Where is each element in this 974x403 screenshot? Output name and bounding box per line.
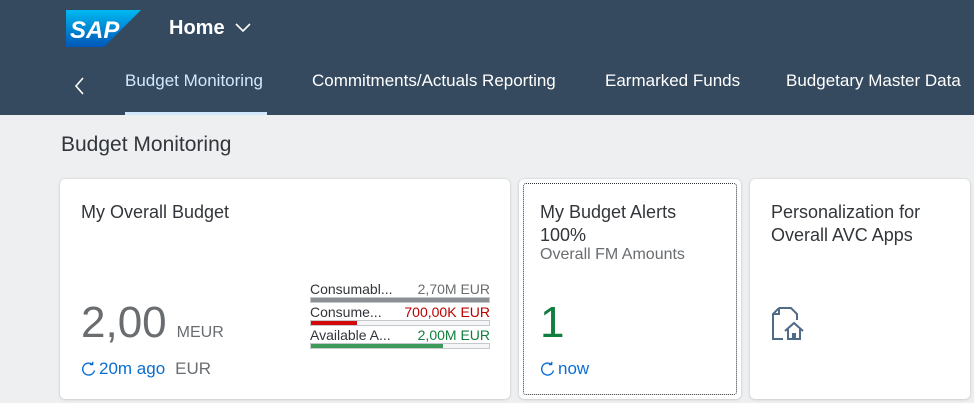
section-title: Budget Monitoring (61, 133, 232, 156)
chart-row-available: Available A... 2,00M EUR (310, 325, 490, 349)
chart-bar-track (310, 343, 490, 349)
tile-title: My Overall Budget (81, 202, 230, 222)
tab-commitments-actuals-reporting[interactable]: Commitments/Actuals Reporting (312, 71, 556, 97)
tile-subtitle: Overall FM Amounts (540, 246, 685, 263)
comparison-micro-chart: Consumabl... 2,70M EUR Consume... 700,00… (310, 279, 490, 349)
chevron-down-icon (235, 23, 251, 33)
tile-title-line1: My Budget Alerts (540, 202, 677, 222)
footer-unit: EUR (175, 359, 212, 378)
svg-text:SAP: SAP (70, 17, 120, 44)
alert-count: 1 (540, 298, 565, 347)
tab-budget-monitoring[interactable]: Budget Monitoring (125, 71, 263, 97)
tile-personalization-avc[interactable]: Personalization for Overall AVC Apps (750, 179, 970, 399)
tile-title: My Budget Alerts 100% (540, 201, 676, 247)
tile-footer: 20m ago EUR (81, 359, 211, 379)
tile-title-line2: Overall AVC Apps (771, 225, 913, 245)
kpi-unit: MEUR (176, 324, 224, 341)
refresh-time: 20m ago (99, 359, 166, 378)
tile-title-line2: 100% (540, 225, 587, 245)
document-home-icon (772, 307, 804, 340)
tile-my-budget-alerts[interactable]: My Budget Alerts 100% Overall FM Amounts… (519, 179, 741, 399)
tile-title: Personalization for Overall AVC Apps (771, 201, 920, 247)
chart-row-value: 2,00M EUR (417, 327, 490, 343)
chart-row-label: Consume... (310, 304, 382, 320)
chart-row-consumable: Consumabl... 2,70M EUR (310, 279, 490, 303)
refresh-icon (82, 361, 96, 376)
shell-header: SAP Home Budget Monitoring Commitments/A… (0, 0, 974, 115)
chevron-left-icon[interactable] (70, 74, 90, 98)
tile-my-overall-budget[interactable]: My Overall Budget 2,00 MEUR Consumabl...… (60, 179, 510, 399)
tile-footer: now (540, 359, 589, 379)
chart-row-label: Consumabl... (310, 281, 393, 297)
tab-budgetary-master-data[interactable]: Budgetary Master Data (786, 71, 961, 97)
chart-row-value: 2,70M EUR (417, 281, 490, 297)
tile-title-line1: Personalization for (771, 202, 921, 222)
chart-row-value: 700,00K EUR (404, 304, 490, 320)
home-title: Home (169, 16, 225, 39)
home-menu-button[interactable]: Home (169, 15, 251, 41)
tab-earmarked-funds[interactable]: Earmarked Funds (605, 71, 740, 97)
chart-row-consumed: Consume... 700,00K EUR (310, 302, 490, 326)
kpi-value: 2,00 (81, 298, 167, 347)
active-tab-indicator (125, 112, 267, 115)
chart-row-label: Available A... (310, 327, 391, 343)
sap-logo[interactable]: SAP (66, 10, 141, 47)
kpi-row: 2,00 MEUR (81, 298, 224, 348)
chart-bar (311, 344, 443, 348)
refresh-time: now (558, 359, 590, 378)
refresh-icon (541, 361, 555, 376)
